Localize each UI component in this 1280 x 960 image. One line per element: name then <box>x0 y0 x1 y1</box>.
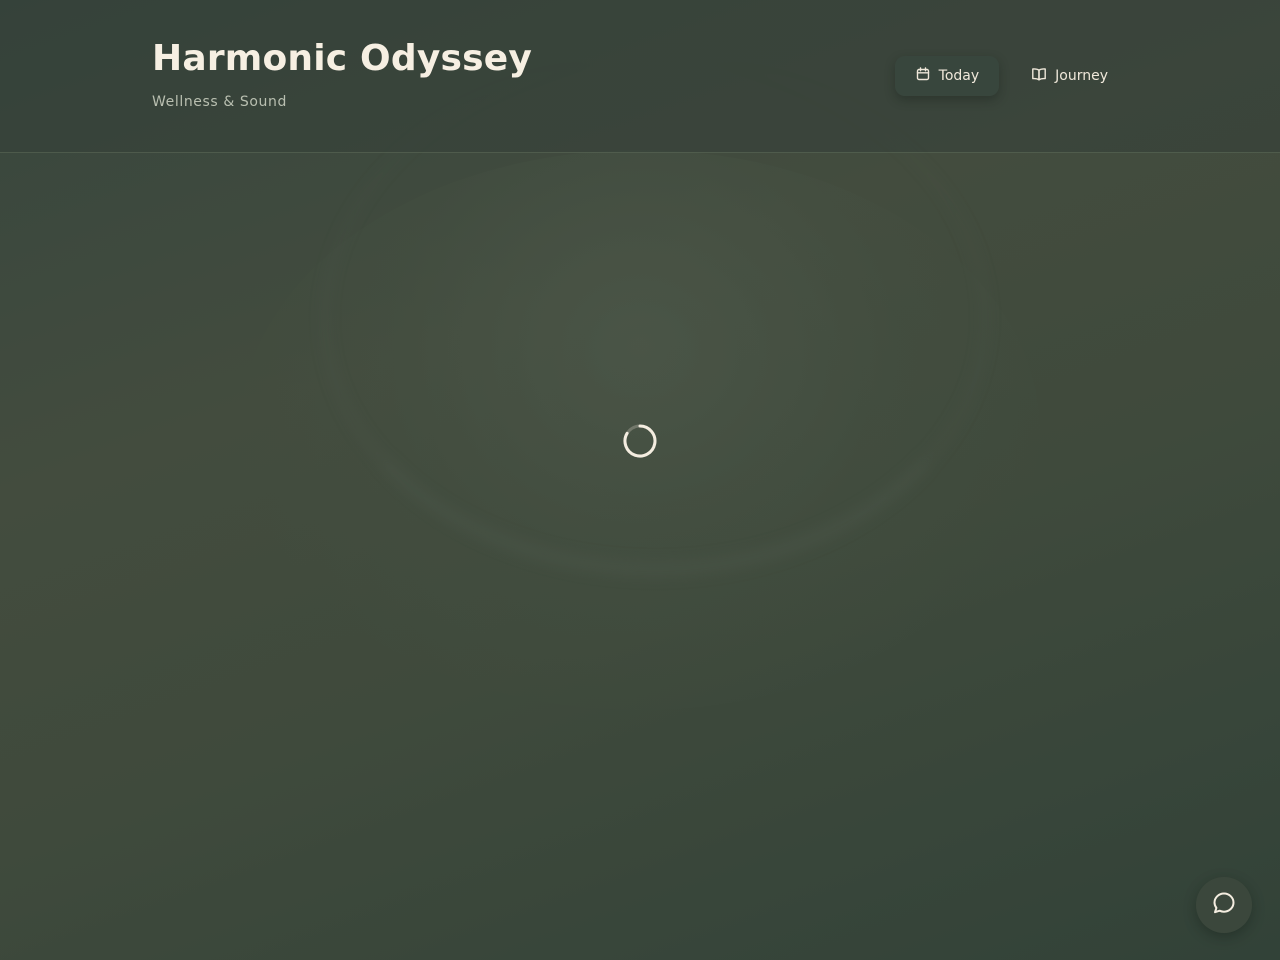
book-open-icon <box>1031 66 1047 86</box>
app-title: Harmonic Odyssey <box>152 38 533 79</box>
main-nav: Today Journey <box>894 56 1128 96</box>
nav-journey-label: Journey <box>1055 68 1108 84</box>
spinner-icon <box>622 423 658 459</box>
app-header: Harmonic Odyssey Wellness & Sound Today <box>0 0 1280 153</box>
nav-journey-button[interactable]: Journey <box>1011 56 1128 96</box>
chat-button[interactable] <box>1196 877 1252 933</box>
nav-today-button[interactable]: Today <box>894 56 1000 96</box>
brand: Harmonic Odyssey Wellness & Sound <box>152 38 532 110</box>
chat-bubble-icon <box>1211 890 1237 920</box>
nav-today-label: Today <box>938 68 980 84</box>
calendar-icon <box>915 66 931 86</box>
app-subtitle: Wellness & Sound <box>152 94 287 110</box>
